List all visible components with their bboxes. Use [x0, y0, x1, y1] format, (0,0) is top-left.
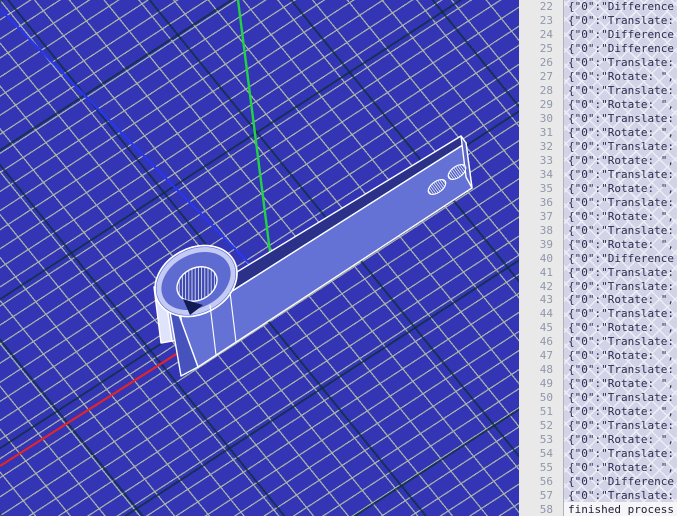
console-line: {"0":"Rotate: ", [564, 349, 677, 363]
console-line: {"0":"Translate: [564, 363, 677, 377]
console-line: finished process [564, 502, 677, 516]
line-number: 38 [519, 223, 563, 237]
console-line: {"0":"Rotate: ", [564, 98, 677, 112]
console-line: {"0":"Difference [564, 474, 677, 488]
line-number: 29 [519, 98, 563, 112]
console-line: {"0":"Rotate: ", [564, 405, 677, 419]
console-line: {"0":"Translate: [564, 140, 677, 154]
console-line: {"0":"Rotate: ", [564, 209, 677, 223]
console-line: {"0":"Translate: [564, 279, 677, 293]
line-number: 46 [519, 335, 563, 349]
console-line: {"0":"Difference [564, 28, 677, 42]
line-number: 39 [519, 237, 563, 251]
console-line: {"0":"Translate: [564, 195, 677, 209]
line-number: 49 [519, 377, 563, 391]
console-line: {"0":"Rotate: ", [564, 293, 677, 307]
line-number: 42 [519, 279, 563, 293]
line-number: 57 [519, 488, 563, 502]
cad-app-window: 2223242526272829303132333435363738394041… [0, 0, 677, 516]
line-number: 51 [519, 405, 563, 419]
console-line: {"0":"Rotate: ", [564, 460, 677, 474]
line-number: 53 [519, 433, 563, 447]
console-line: {"0":"Rotate: ", [564, 433, 677, 447]
3d-viewport[interactable] [0, 0, 519, 516]
scene-overlay [0, 0, 519, 516]
console-line: {"0":"Translate: [564, 488, 677, 502]
line-number: 32 [519, 140, 563, 154]
line-number: 56 [519, 474, 563, 488]
line-number: 48 [519, 363, 563, 377]
console-line: {"0":"Rotate: ", [564, 321, 677, 335]
line-number-gutter: 2223242526272829303132333435363738394041… [519, 0, 564, 516]
line-number: 23 [519, 14, 563, 28]
line-number: 54 [519, 447, 563, 461]
line-number: 40 [519, 251, 563, 265]
console-line: {"0":"Difference [564, 0, 677, 14]
line-number: 24 [519, 28, 563, 42]
line-number: 36 [519, 195, 563, 209]
z-axis-line [0, 9, 249, 263]
line-number: 33 [519, 153, 563, 167]
console-line: {"0":"Translate: [564, 167, 677, 181]
console-line: {"0":"Translate: [564, 14, 677, 28]
console-line: {"0":"Rotate: ", [564, 237, 677, 251]
line-number: 26 [519, 56, 563, 70]
line-number: 34 [519, 167, 563, 181]
console-line: {"0":"Translate: [564, 447, 677, 461]
line-number: 28 [519, 84, 563, 98]
console-line: {"0":"Translate: [564, 112, 677, 126]
line-number: 35 [519, 181, 563, 195]
console-line: {"0":"Difference [564, 42, 677, 56]
line-number: 37 [519, 209, 563, 223]
console-line: {"0":"Translate: [564, 391, 677, 405]
line-number: 50 [519, 391, 563, 405]
console-line: {"0":"Translate: [564, 84, 677, 98]
line-number: 52 [519, 419, 563, 433]
line-number: 43 [519, 293, 563, 307]
console-line: {"0":"Rotate: ", [564, 126, 677, 140]
hook-bar-model [143, 136, 472, 376]
console-panel[interactable]: 2223242526272829303132333435363738394041… [519, 0, 677, 516]
console-line: {"0":"Rotate: ", [564, 153, 677, 167]
console-line: {"0":"Translate: [564, 56, 677, 70]
x-axis-line [0, 344, 192, 466]
line-number: 58 [519, 502, 563, 516]
line-number: 41 [519, 265, 563, 279]
console-line: {"0":"Difference [564, 251, 677, 265]
console-line: {"0":"Rotate: ", [564, 70, 677, 84]
console-line: {"0":"Translate: [564, 307, 677, 321]
console-line: {"0":"Translate: [564, 419, 677, 433]
line-number: 22 [519, 0, 563, 14]
console-line: {"0":"Translate: [564, 265, 677, 279]
line-number: 45 [519, 321, 563, 335]
line-number: 44 [519, 307, 563, 321]
y-axis-line [238, 0, 270, 252]
line-number: 47 [519, 349, 563, 363]
console-log[interactable]: {"0":"Difference{"0":"Translate:{"0":"Di… [564, 0, 677, 516]
console-line: {"0":"Translate: [564, 223, 677, 237]
console-line: {"0":"Rotate: ", [564, 181, 677, 195]
line-number: 55 [519, 460, 563, 474]
line-number: 25 [519, 42, 563, 56]
line-number: 27 [519, 70, 563, 84]
line-number: 30 [519, 112, 563, 126]
line-number: 31 [519, 126, 563, 140]
console-line: {"0":"Translate: [564, 335, 677, 349]
console-line: {"0":"Rotate: ", [564, 377, 677, 391]
